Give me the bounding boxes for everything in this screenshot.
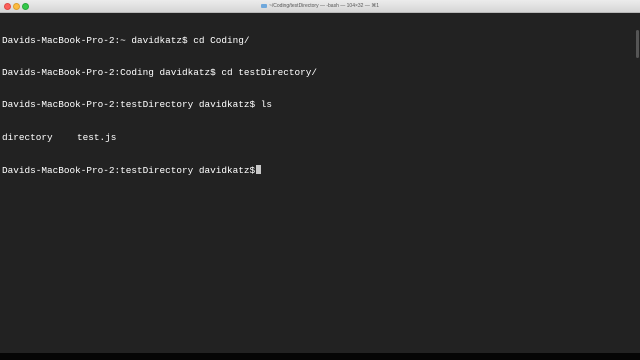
shell-command: ls (255, 99, 273, 111)
shell-prompt: Davids-MacBook-Pro-2:Coding davidkatz$ (2, 66, 216, 78)
window-title: ~/Coding/testDirectory — -bash — 104×32 … (268, 3, 380, 9)
shell-prompt: Davids-MacBook-Pro-2:testDirectory david… (2, 165, 256, 177)
terminal-line: Davids-MacBook-Pro-2:Coding davidkatz$ c… (2, 66, 626, 79)
dock-edge (0, 353, 640, 360)
window-title-group: ~/Coding/testDirectory — -bash — 104×32 … (0, 0, 640, 12)
shell-prompt: Davids-MacBook-Pro-2:testDirectory david… (2, 99, 256, 111)
terminal-window: ~/Coding/testDirectory — -bash — 104×32 … (0, 0, 640, 353)
shell-command: cd Coding/ (187, 34, 250, 46)
shell-command: cd testDirectory/ (215, 66, 318, 78)
terminal-output[interactable]: Davids-MacBook-Pro-2:~ davidkatz$ cd Cod… (2, 14, 626, 350)
ls-output-line: directory test.js (2, 131, 626, 144)
shell-prompt: Davids-MacBook-Pro-2:~ davidkatz$ (2, 34, 188, 46)
terminal-line: Davids-MacBook-Pro-2:~ davidkatz$ cd Cod… (2, 34, 626, 47)
title-bar[interactable]: ~/Coding/testDirectory — -bash — 104×32 … (0, 0, 640, 13)
text-cursor (256, 165, 262, 175)
scrollbar-thumb[interactable] (636, 30, 639, 58)
terminal-line: Davids-MacBook-Pro-2:testDirectory david… (2, 99, 626, 111)
folder-icon (260, 4, 267, 8)
vertical-scrollbar[interactable] (635, 14, 639, 352)
ls-entry-file: test.js (77, 131, 117, 143)
ls-entry-directory: directory (2, 131, 53, 143)
terminal-line-current[interactable]: Davids-MacBook-Pro-2:testDirectory david… (2, 165, 626, 176)
